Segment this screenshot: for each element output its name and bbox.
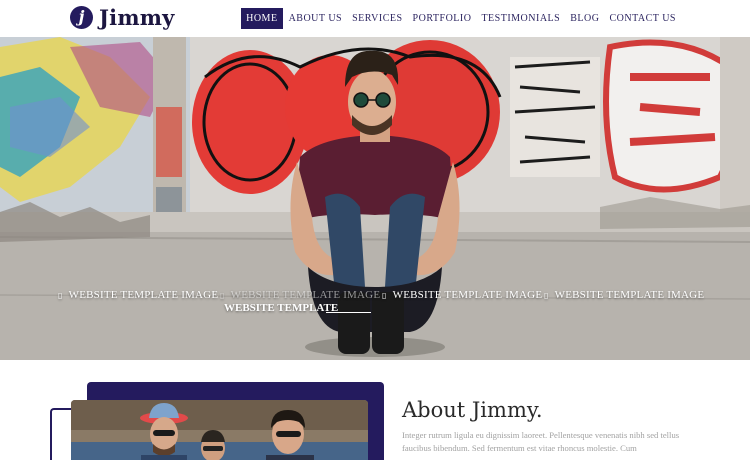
logo-mark-icon: j	[70, 6, 93, 29]
image-icon: ▯	[382, 291, 387, 300]
hero-slide-underline	[326, 312, 371, 313]
nav-home[interactable]: HOME	[241, 8, 283, 29]
nav-blog[interactable]: BLOG	[566, 8, 603, 29]
nav-portfolio[interactable]: PORTFOLIO	[409, 8, 476, 29]
nav-about-us[interactable]: ABOUT US	[285, 8, 347, 29]
hero-banner: ▯ WEBSITE TEMPLATE IMAGE ▯ WEBSITE TEMPLAT…	[0, 37, 750, 360]
hero-caption[interactable]: ▯ WEBSITE TEMPLATE IMAGE	[220, 289, 380, 301]
about-title: About Jimmy.	[402, 398, 543, 422]
hero-slide-title: WEBSITE TEMPLATE	[224, 302, 339, 314]
about-photo	[71, 400, 368, 460]
logo-text: Jimmy	[99, 5, 175, 30]
image-icon: ▯	[220, 291, 225, 300]
hero-caption[interactable]: ▯ WEBSITE TEMPLATE IMAGE	[58, 289, 218, 301]
nav-contact-us[interactable]: CONTACT US	[605, 8, 680, 29]
hero-captions: ▯ WEBSITE TEMPLATE IMAGE ▯ WEBSITE TEMPLAT…	[0, 289, 750, 319]
nav-testimonials[interactable]: TESTIMONIALS	[477, 8, 564, 29]
image-icon: ▯	[544, 291, 549, 300]
about-section: About Jimmy. Integer rutrum ligula eu di…	[0, 360, 750, 460]
logo[interactable]: j Jimmy	[70, 5, 175, 30]
image-icon: ▯	[58, 291, 63, 300]
hero-caption[interactable]: ▯ WEBSITE TEMPLATE IMAGE	[382, 289, 542, 301]
nav-services[interactable]: SERVICES	[348, 8, 406, 29]
about-text: Integer rutrum ligula eu dignissim laore…	[402, 430, 680, 453]
main-nav: HOME ABOUT US SERVICES PORTFOLIO TESTIMO…	[239, 8, 680, 29]
hero-caption[interactable]: ▯ WEBSITE TEMPLATE IMAGE	[544, 289, 704, 301]
site-header: j Jimmy HOME ABOUT US SERVICES PORTFOLIO…	[0, 0, 750, 37]
